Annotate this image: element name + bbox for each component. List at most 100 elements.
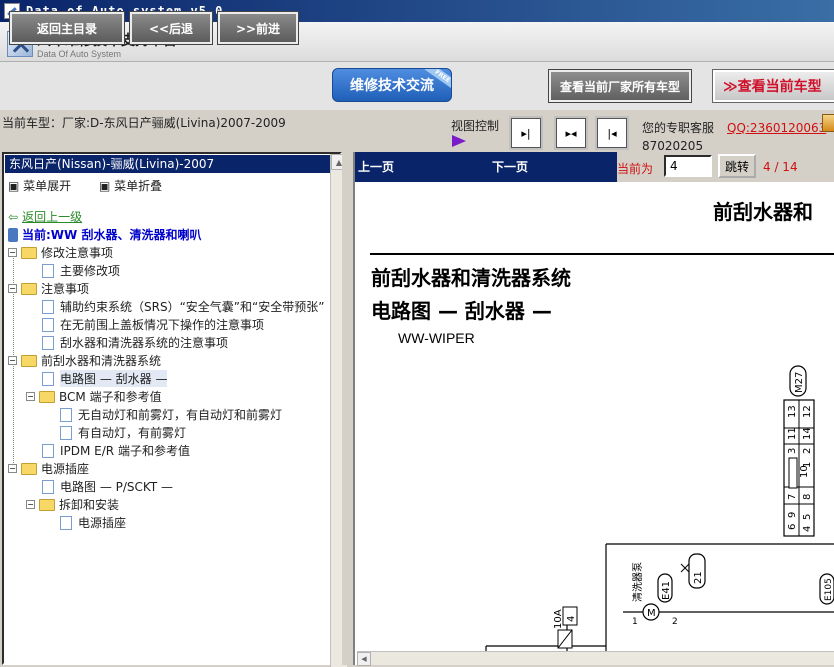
- tree-header: 东风日产(Nissan)-骊威(Livina)-2007: [5, 155, 330, 173]
- collapse-toggle-icon[interactable]: −: [26, 500, 35, 509]
- fuse-top-label: 10A: [553, 609, 564, 629]
- pin-8: 8: [802, 494, 813, 500]
- tree-node-label: 刮水器和清洗器系统的注意事项: [60, 336, 229, 350]
- tree-node-no-cowl[interactable]: 在无前围上盖板情况下操作的注意事项: [42, 316, 264, 333]
- tree-node-wiper-notes[interactable]: 刮水器和清洗器系统的注意事项: [42, 334, 228, 351]
- info-bar: 当前车型：厂家:D-东风日产骊威(Livina)2007-2009 视图控制 ▸…: [0, 110, 834, 155]
- mail-icon[interactable]: [822, 114, 834, 132]
- document-horizontal-scrollbar[interactable]: ◀: [357, 651, 834, 666]
- e41-label: E41: [661, 581, 672, 600]
- splice-mark-icon: [680, 563, 690, 573]
- pin-3: 3: [787, 448, 798, 454]
- washer-pump-label: 清洗器泵: [631, 562, 644, 602]
- tree-node-label: IPDM E/R 端子和参考值: [60, 444, 190, 458]
- tree-node-removal[interactable]: − 拆卸和安装: [26, 496, 119, 513]
- collapse-toggle-icon[interactable]: −: [8, 248, 17, 257]
- back-up-link[interactable]: ⇦ 返回上一级: [8, 208, 82, 225]
- tech-exchange-label: 维修技术交流: [350, 78, 434, 94]
- folder-open-icon: [21, 462, 37, 475]
- document-icon: [42, 371, 54, 386]
- tree-node-modify[interactable]: − 修改注意事项: [8, 244, 113, 261]
- view-control-label: 视图控制: [451, 119, 500, 133]
- pager-controls: 当前为 4 跳转 4 / 14: [617, 152, 834, 182]
- collapse-toggle-icon[interactable]: −: [8, 464, 17, 473]
- tree-node-bcm[interactable]: − BCM 端子和参考值: [26, 388, 162, 405]
- document-icon: [60, 515, 72, 530]
- page-number-input[interactable]: 4: [664, 155, 712, 177]
- tech-exchange-button[interactable]: 维修技术交流 FREE: [332, 68, 452, 102]
- tree-node-bcm-b[interactable]: 有自动灯，有前雾灯: [60, 424, 186, 441]
- tree-node-label: 前刮水器和清洗器系统: [41, 354, 162, 368]
- pin-2: 2: [802, 448, 813, 454]
- view-split-icon[interactable]: ▸◂: [554, 116, 588, 150]
- collapse-all-button[interactable]: ▣ 菜单折叠: [99, 179, 174, 193]
- document-icon: [42, 443, 54, 458]
- prev-page-button[interactable]: 上一页: [358, 158, 394, 175]
- pin-13: 13: [787, 405, 798, 418]
- qq-link[interactable]: QQ:2360120063: [727, 121, 826, 135]
- tree-node-power-socket[interactable]: − 电源插座: [8, 460, 89, 477]
- pin-6: 6: [787, 524, 798, 530]
- tree-node-srs[interactable]: 辅助约束系统（SRS）“安全气囊”和“安全带预张”: [42, 298, 324, 315]
- tree-node-socket[interactable]: 电源插座: [60, 514, 126, 531]
- current-node: 当前:WW 刮水器、清洗器和喇叭: [8, 226, 201, 243]
- tree-node-front-wiper[interactable]: − 前刮水器和清洗器系统: [8, 352, 161, 369]
- tree-expand-row: ▣ 菜单展开 ▣ 菜单折叠: [8, 177, 186, 194]
- fuse-top-number: 4: [566, 616, 577, 622]
- document-icon: [42, 263, 54, 278]
- all-models-button[interactable]: 查看当前厂家所有车型: [548, 69, 692, 103]
- next-page-button[interactable]: 下一页: [492, 158, 528, 175]
- scroll-left-icon[interactable]: ◀: [357, 652, 371, 666]
- pin-10: 10: [799, 465, 810, 478]
- current-icon: [8, 227, 18, 242]
- back-button[interactable]: <<后退: [129, 11, 213, 45]
- view-right-icon[interactable]: ▸|: [509, 116, 543, 150]
- home-button[interactable]: 返回主目录: [9, 11, 125, 45]
- wiring-diagram: M27 13 12 11 14 3 2 1 10 7 8 9 6 5 4 M 清…: [485, 365, 834, 665]
- pin-9: 9: [787, 512, 798, 518]
- tree-node-label: 无自动灯和前雾灯，有自动灯和前雾灯: [78, 408, 283, 422]
- tree-node-main-changes[interactable]: 主要修改项: [42, 262, 120, 279]
- tree-node-bcm-a[interactable]: 无自动灯和前雾灯，有自动灯和前雾灯: [60, 406, 282, 423]
- panel-splitter[interactable]: [342, 152, 353, 665]
- view-control-arrow-icon: [452, 135, 466, 147]
- view-left-icon[interactable]: |◂: [595, 116, 629, 150]
- back-up-label: 返回上一级: [22, 210, 83, 224]
- service-info: 您的专职客服 87020205: [642, 119, 714, 155]
- pin-7: 7: [787, 494, 798, 500]
- folder-open-icon: [21, 246, 37, 259]
- tree-node-wiper-circuit[interactable]: 电路图 — 刮水器 —: [42, 370, 168, 387]
- current-model-text: 当前车型：厂家:D-东风日产骊威(Livina)2007-2009: [2, 116, 286, 130]
- pin-21-label: 21: [693, 571, 704, 584]
- tree-node-label: BCM 端子和参考值: [59, 390, 162, 404]
- document-panel: 上一页 下一页 当前为 4 跳转 4 / 14 前刮水器和 前刮水器和清洗器系统…: [353, 152, 834, 666]
- folder-open-icon: [21, 282, 37, 295]
- collapse-toggle-icon[interactable]: −: [26, 392, 35, 401]
- m27-label: M27: [794, 372, 805, 393]
- tree-node-label: 主要修改项: [60, 264, 121, 278]
- pin-5: 5: [802, 514, 813, 520]
- connector-block: 13 12 11 14 3 2 1 10 7 8 9 6 5 4: [783, 399, 815, 537]
- tree-node-ipdm[interactable]: IPDM E/R 端子和参考值: [42, 442, 190, 459]
- washer-pin-2: 2: [672, 617, 678, 627]
- service-label: 您的专职客服: [642, 121, 715, 135]
- expand-all-button[interactable]: ▣ 菜单展开: [8, 179, 83, 193]
- document-view: 前刮水器和 前刮水器和清洗器系统 电路图 — 刮水器 — WW-WIPER M2…: [355, 182, 834, 665]
- e105-label: E105: [824, 578, 834, 601]
- forward-button[interactable]: >>前进: [217, 11, 299, 45]
- collapse-toggle-icon[interactable]: −: [8, 284, 17, 293]
- tree-node-psckt-circuit[interactable]: 电路图 — P/SCKT —: [42, 478, 173, 495]
- current-model-button[interactable]: ≫查看当前车型: [712, 69, 834, 103]
- tree-node-label: 有自动灯，有前雾灯: [78, 426, 187, 440]
- menu-tree-panel: 东风日产(Nissan)-骊威(Livina)-2007 ▣ 菜单展开 ▣ 菜单…: [2, 152, 347, 667]
- washer-pin-1: 1: [632, 617, 638, 627]
- goto-button[interactable]: 跳转: [718, 154, 756, 178]
- tree-node-label: 电源插座: [41, 462, 90, 476]
- tree-node-label: 辅助约束系统（SRS）“安全气囊”和“安全带预张”: [60, 300, 325, 314]
- page-count: 4 / 14: [763, 160, 798, 174]
- collapse-toggle-icon[interactable]: −: [8, 356, 17, 365]
- tree-node-label: 电源插座: [78, 516, 127, 530]
- folder-open-icon: [21, 354, 37, 367]
- current-page-label: 当前为: [617, 162, 654, 176]
- tree-node-notes[interactable]: − 注意事项: [8, 280, 89, 297]
